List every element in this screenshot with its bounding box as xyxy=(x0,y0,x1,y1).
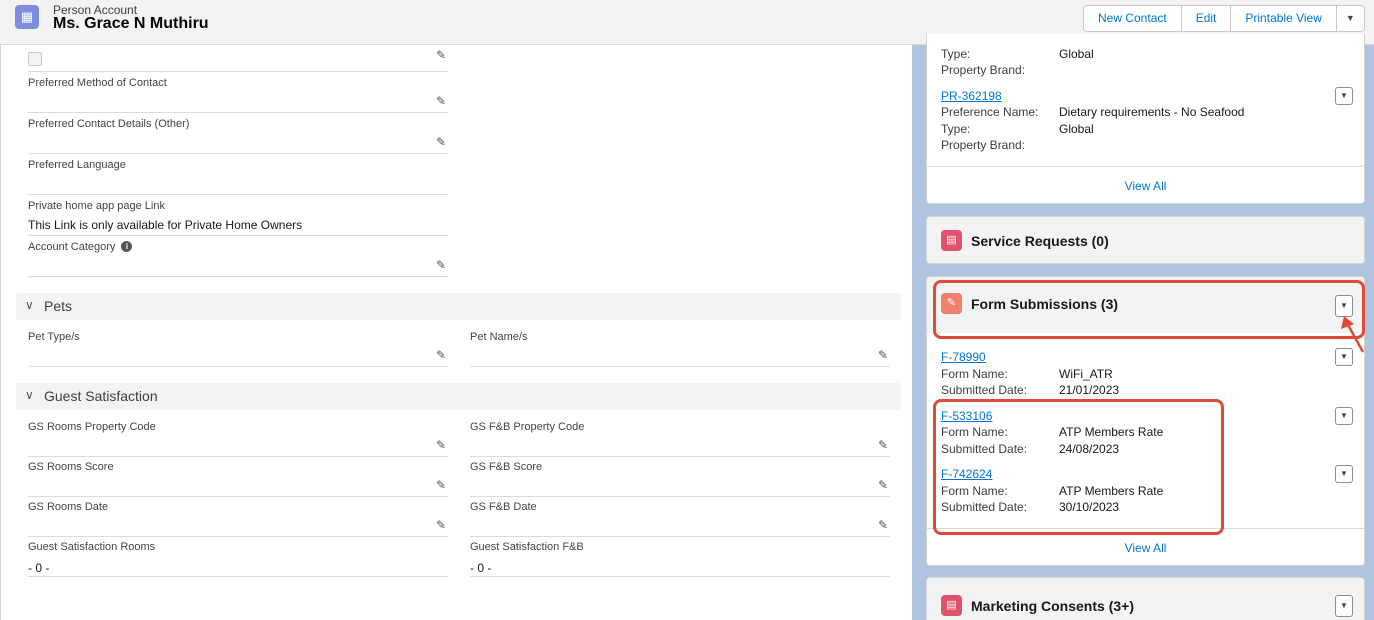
person-account-icon: ▦ xyxy=(15,5,39,29)
field-label: GS Rooms Property Code xyxy=(28,421,156,433)
field-label: GS F&B Score xyxy=(470,461,543,473)
row-actions-button[interactable]: ▼ xyxy=(1335,407,1353,425)
pencil-icon[interactable]: ✎ xyxy=(436,348,446,362)
form-name-label: Form Name: xyxy=(941,367,1008,381)
field-value: - 0 - xyxy=(28,561,50,575)
field-guest-satisfaction-rooms: Guest Satisfaction Rooms - 0 - xyxy=(28,536,448,577)
row-actions-button[interactable]: ▼ xyxy=(1335,87,1353,105)
pencil-icon[interactable]: ✎ xyxy=(436,94,446,108)
edit-button[interactable]: Edit xyxy=(1181,5,1232,32)
form-name-value: WiFi_ATR xyxy=(1059,367,1113,381)
field-value: This Link is only available for Private … xyxy=(28,218,303,232)
highlight-box-header xyxy=(933,280,1365,339)
field-gs-rooms-score: GS Rooms Score ✎ xyxy=(28,456,448,497)
pencil-icon[interactable]: ✎ xyxy=(436,518,446,532)
field-label: Guest Satisfaction F&B xyxy=(470,541,584,553)
submitted-date-label: Submitted Date: xyxy=(941,383,1028,397)
printable-view-button[interactable]: Printable View xyxy=(1231,5,1337,32)
action-button-group: New Contact Edit Printable View ▼ xyxy=(1083,5,1365,32)
preference-name-value: Dietary requirements - No Seafood xyxy=(1059,105,1245,119)
pencil-icon[interactable]: ✎ xyxy=(878,518,888,532)
field-pet-types: Pet Type/s ✎ xyxy=(28,326,448,367)
preferences-card: Type: Global Property Brand: PR-362198 ▼… xyxy=(926,34,1365,204)
field-label: Pet Type/s xyxy=(28,331,80,343)
field-label: GS F&B Property Code xyxy=(470,421,585,433)
marketing-consent-icon: ▤ xyxy=(941,595,962,616)
field-gs-fb-property-code: GS F&B Property Code ✎ xyxy=(470,416,890,457)
field-preferred-language: Preferred Language xyxy=(28,154,448,195)
info-icon[interactable]: i xyxy=(121,241,133,252)
section-guest-satisfaction-header[interactable]: ∨ Guest Satisfaction xyxy=(16,383,901,410)
pencil-icon[interactable]: ✎ xyxy=(436,478,446,492)
section-title: Pets xyxy=(44,298,73,314)
field-checkbox[interactable] xyxy=(28,52,42,66)
chevron-down-icon: ▼ xyxy=(1340,601,1348,610)
more-actions-button[interactable]: ▼ xyxy=(1336,5,1365,32)
field-label: Private home app page Link xyxy=(28,200,165,212)
field-label: GS Rooms Date xyxy=(28,501,109,513)
chevron-down-icon: ▼ xyxy=(1340,411,1348,420)
new-contact-button[interactable]: New Contact xyxy=(1083,5,1182,32)
service-requests-card: ▤ Service Requests (0) xyxy=(926,216,1365,264)
field-preferred-contact-details-other: Preferred Contact Details (Other) ✎ xyxy=(28,113,448,154)
pencil-icon[interactable]: ✎ xyxy=(878,438,888,452)
record-detail-panel: ✎ Preferred Method of Contact ✎ Preferre… xyxy=(0,45,912,620)
chevron-down-icon: ▼ xyxy=(1340,91,1348,100)
field-label: Preferred Method of Contact xyxy=(28,77,167,89)
field-label-wrap: Account Category i xyxy=(28,241,133,253)
view-all-link[interactable]: View All xyxy=(927,179,1364,193)
field-label: Pet Name/s xyxy=(470,331,528,343)
field-label: Guest Satisfaction Rooms xyxy=(28,541,156,553)
marketing-consents-card: ▤ Marketing Consents (3+) ▼ xyxy=(926,577,1365,620)
row-actions-button[interactable]: ▼ xyxy=(1335,465,1353,483)
property-brand-label: Property Brand: xyxy=(941,63,1026,77)
field-label: Preferred Contact Details (Other) xyxy=(28,118,190,130)
chevron-down-icon: ▼ xyxy=(1340,469,1348,478)
field-gs-fb-score: GS F&B Score ✎ xyxy=(470,456,890,497)
field-pet-names: Pet Name/s ✎ xyxy=(470,326,890,367)
field-value: - 0 - xyxy=(470,561,492,575)
field-label: Account Category xyxy=(28,241,116,253)
field-label: Preferred Language xyxy=(28,159,126,171)
form-submission-link[interactable]: F-78990 xyxy=(941,350,986,364)
field-guest-satisfaction-fb: Guest Satisfaction F&B - 0 - xyxy=(470,536,890,577)
pencil-icon[interactable]: ✎ xyxy=(436,258,446,272)
field-private-home-app-link: Private home app page Link This Link is … xyxy=(28,195,448,236)
pencil-icon[interactable]: ✎ xyxy=(878,348,888,362)
section-pets-header[interactable]: ∨ Pets xyxy=(16,293,901,320)
pencil-icon[interactable]: ✎ xyxy=(436,438,446,452)
type-label: Type: xyxy=(941,47,971,61)
chevron-down-icon: ∨ xyxy=(25,298,34,312)
card-title[interactable]: Marketing Consents (3+) xyxy=(971,598,1134,614)
pencil-icon[interactable]: ✎ xyxy=(436,48,446,62)
field-account-category: Account Category i ✎ xyxy=(28,236,448,277)
field-gs-rooms-date: GS Rooms Date ✎ xyxy=(28,496,448,537)
section-title: Guest Satisfaction xyxy=(44,388,158,404)
chevron-down-icon: ▼ xyxy=(1345,13,1355,23)
pencil-icon[interactable]: ✎ xyxy=(878,478,888,492)
view-all-link[interactable]: View All xyxy=(927,541,1364,555)
annotation-arrow-icon xyxy=(1341,316,1365,353)
submitted-date-value: 21/01/2023 xyxy=(1059,383,1120,397)
type-value: Global xyxy=(1059,122,1094,136)
field-label: GS Rooms Score xyxy=(28,461,114,473)
chevron-down-icon: ∨ xyxy=(25,388,34,402)
checkbox-field: ✎ xyxy=(28,45,448,72)
preference-record-link[interactable]: PR-362198 xyxy=(941,89,1002,103)
service-request-icon: ▤ xyxy=(941,230,962,251)
highlight-box-items xyxy=(933,399,1224,535)
field-gs-rooms-property-code: GS Rooms Property Code ✎ xyxy=(28,416,448,457)
type-value: Global xyxy=(1059,47,1094,61)
record-name: Ms. Grace N Muthiru xyxy=(53,15,209,32)
field-gs-fb-date: GS F&B Date ✎ xyxy=(470,496,890,537)
field-preferred-method-of-contact: Preferred Method of Contact ✎ xyxy=(28,72,448,113)
type-label: Type: xyxy=(941,122,971,136)
field-label: GS F&B Date xyxy=(470,501,537,513)
pencil-icon[interactable]: ✎ xyxy=(436,135,446,149)
card-title[interactable]: Service Requests (0) xyxy=(971,233,1109,249)
card-divider xyxy=(927,166,1364,167)
property-brand-label: Property Brand: xyxy=(941,138,1026,152)
card-actions-button[interactable]: ▼ xyxy=(1335,595,1353,617)
preference-name-label: Preference Name: xyxy=(941,105,1039,119)
